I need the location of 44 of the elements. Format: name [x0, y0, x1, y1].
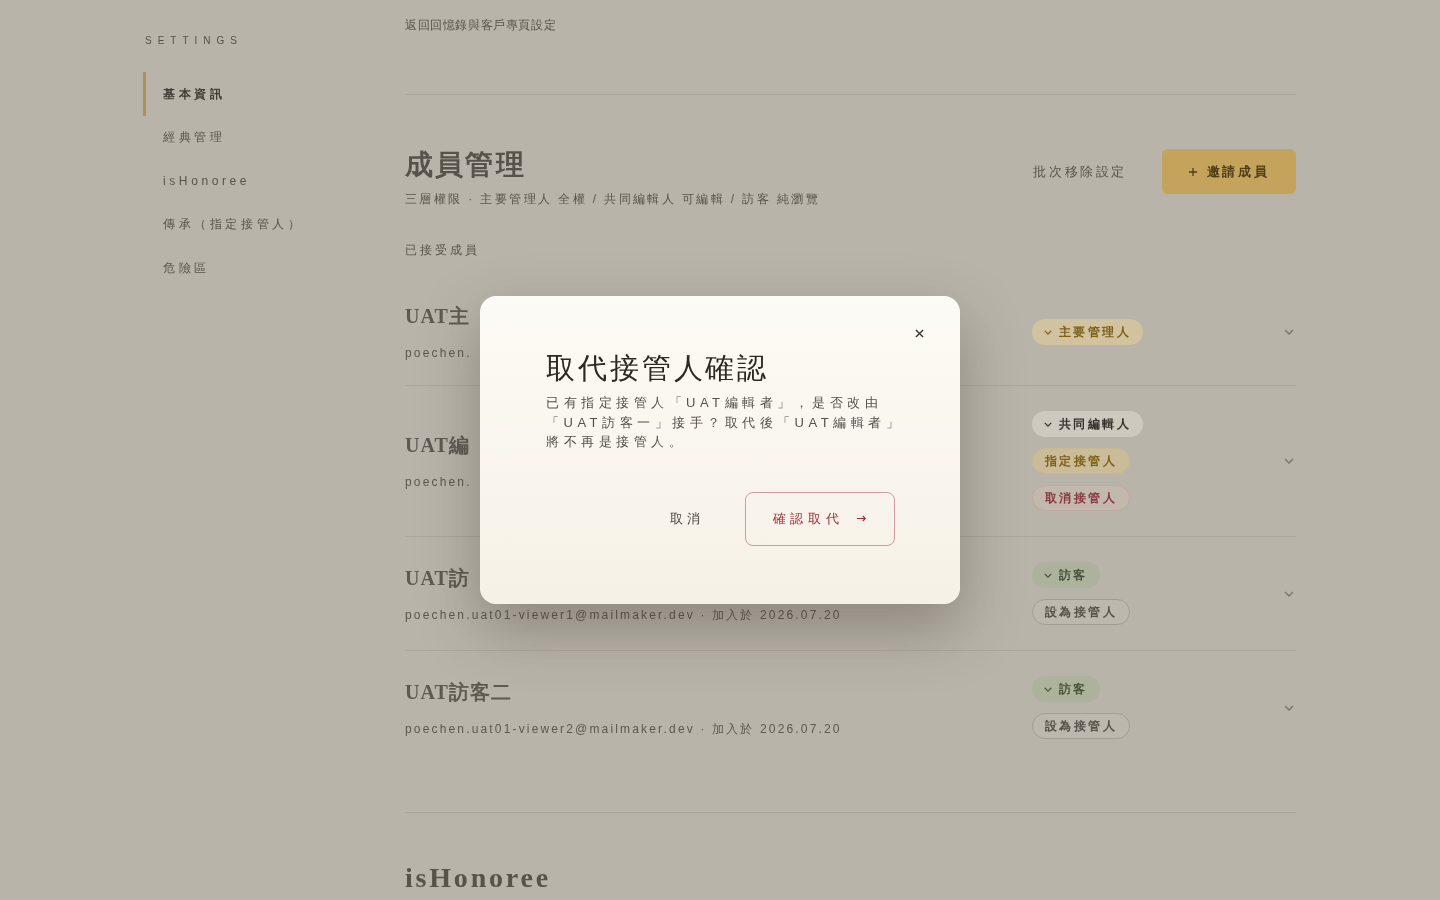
dialog-message: 已有指定接管人「UAT編輯者」，是否改由「UAT訪客一」接手？取代後「UAT編輯者」將不再是接管人。 — [546, 394, 905, 451]
cancel-button[interactable]: 取消 — [647, 491, 727, 546]
role-dropdown[interactable]: 主要管理人 — [1032, 319, 1143, 345]
batch-settings-link[interactable]: 批次移除設定 — [1033, 161, 1127, 182]
sidebar-item[interactable]: 危險區 — [143, 246, 218, 290]
set-successor-button[interactable]: 設為接管人 — [1032, 599, 1130, 625]
caret-icon — [1044, 421, 1052, 427]
member-detail: poechen.uat01-viewer1@mailmaker.dev · 加入於 2026.07.20 — [405, 607, 842, 622]
member-name: UAT訪 — [405, 565, 470, 590]
plus-icon — [1188, 167, 1197, 176]
confirm-button[interactable]: 確認取代 — [745, 491, 895, 546]
chevron-down-icon[interactable] — [1284, 329, 1294, 335]
caret-icon — [1044, 329, 1052, 335]
section-title: 成員管理 — [405, 148, 526, 182]
section-subtitle: 三層權限 · 主要管理人 全權 / 共同編輯人 可編輯 / 訪客 純瀏覽 — [405, 191, 821, 207]
sidebar-heading: SETTINGS — [144, 34, 243, 48]
member-name: UAT編 — [405, 433, 470, 457]
set-successor-button[interactable]: 設為接管人 — [1032, 713, 1130, 739]
member-name: UAT訪客二 — [405, 679, 512, 704]
close-icon — [914, 328, 924, 338]
member-name: UAT主 — [405, 304, 470, 328]
invite-button[interactable]: 邀請成員 — [1162, 149, 1296, 194]
sidebar-item[interactable]: isHonoree — [143, 159, 259, 203]
chevron-down-icon[interactable] — [1284, 458, 1294, 464]
member-detail: poechen. — [405, 346, 472, 360]
list-label: 已接受成員 — [405, 242, 480, 258]
chevron-down-icon[interactable] — [1284, 590, 1294, 597]
revoke-successor-button[interactable]: 取消接管人 — [1032, 485, 1130, 511]
back-link[interactable]: 返回回憶錄與客戶專頁設定 — [405, 18, 557, 32]
member-detail: poechen.uat01-viewer2@mailmaker.dev · 加入於 2026.07.20 — [405, 721, 842, 736]
next-section-title: isHonoree — [405, 863, 551, 893]
sidebar-item[interactable]: 基本資訊 — [143, 72, 234, 116]
member-detail: poechen. — [405, 475, 472, 489]
role-dropdown[interactable]: 共同編輯人 — [1032, 411, 1143, 437]
sidebar-item[interactable]: 經典管理 — [143, 115, 234, 159]
successor-tag: 指定接管人 — [1032, 448, 1130, 474]
caret-icon — [1044, 572, 1052, 578]
caret-icon — [1044, 686, 1052, 692]
arrow-right-icon — [857, 515, 868, 522]
role-dropdown[interactable]: 訪客 — [1032, 676, 1100, 702]
chevron-down-icon[interactable] — [1284, 704, 1294, 711]
role-dropdown[interactable]: 訪客 — [1032, 562, 1100, 588]
sidebar-item[interactable]: 傳承（指定接管人） — [143, 202, 312, 246]
dialog-title: 取代接管人確認 — [546, 351, 770, 386]
